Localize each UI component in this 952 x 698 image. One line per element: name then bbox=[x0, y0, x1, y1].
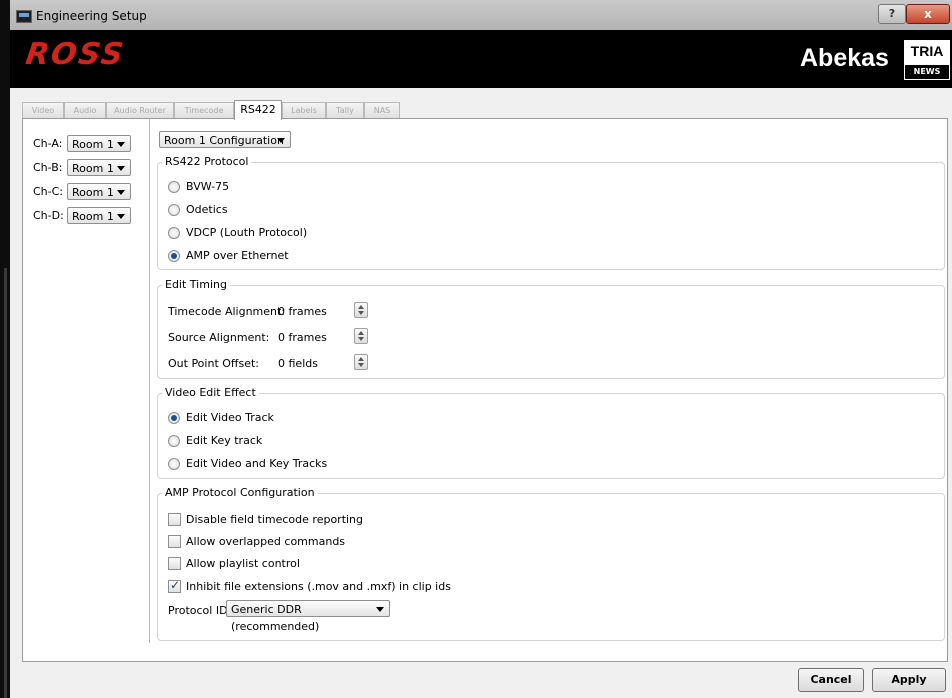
chevron-down-icon bbox=[117, 190, 125, 195]
configuration-panel: Room 1 Configuration RS422 Protocol BVW-… bbox=[149, 119, 947, 659]
channel-c-value: Room 1 bbox=[72, 186, 114, 199]
channel-label: Ch-C: bbox=[33, 185, 64, 198]
tria-logo-sub: NEWS bbox=[905, 65, 949, 79]
option-label: Edit Video Track bbox=[186, 411, 274, 424]
tab-nas[interactable]: NAS bbox=[364, 102, 400, 119]
app-icon bbox=[16, 10, 32, 23]
tab-audio-router[interactable]: Audio Router bbox=[106, 102, 174, 119]
radio-selected-icon bbox=[168, 412, 180, 424]
channel-label: Ch-A: bbox=[33, 137, 63, 150]
source-alignment-label: Source Alignment: bbox=[168, 331, 270, 344]
abekas-logo: Abekas bbox=[800, 44, 889, 72]
chevron-down-icon bbox=[117, 166, 125, 171]
rs422-protocol-title: RS422 Protocol bbox=[162, 155, 252, 168]
rs422-protocol-group: RS422 Protocol BVW-75 Odetics VDCP (Lout… bbox=[157, 155, 945, 270]
arrow-down-icon bbox=[358, 363, 364, 367]
option-label: BVW-75 bbox=[186, 180, 230, 193]
channel-label: Ch-D: bbox=[33, 209, 64, 222]
channel-a-value: Room 1 bbox=[72, 138, 114, 151]
timecode-alignment-spinner[interactable] bbox=[354, 302, 368, 318]
radio-icon bbox=[168, 204, 180, 216]
arrow-down-icon bbox=[358, 311, 364, 315]
arrow-up-icon bbox=[358, 305, 364, 309]
desktop-edge-mark bbox=[4, 268, 7, 698]
chevron-down-icon bbox=[117, 142, 125, 147]
configuration-select[interactable]: Room 1 Configuration bbox=[159, 131, 291, 148]
checkbox-icon bbox=[168, 535, 181, 548]
option-label: Odetics bbox=[186, 203, 228, 216]
tab-rs422[interactable]: RS422 bbox=[234, 100, 282, 120]
channel-panel: Ch-A: Room 1 Ch-B: Room 1 Ch-C: Room 1 C… bbox=[23, 119, 150, 643]
chevron-down-icon bbox=[277, 138, 285, 143]
channel-b-select[interactable]: Room 1 bbox=[67, 159, 131, 176]
checkbox-checked-icon bbox=[168, 578, 181, 593]
channel-d-value: Room 1 bbox=[72, 210, 114, 223]
tria-logo: TRIA NEWS bbox=[904, 40, 950, 80]
protocol-id-label: Protocol ID: bbox=[168, 604, 232, 617]
option-label: Inhibit file extensions (.mov and .mxf) … bbox=[186, 580, 451, 593]
channel-b-value: Room 1 bbox=[72, 162, 114, 175]
out-point-offset-spinner[interactable] bbox=[354, 354, 368, 370]
option-label: VDCP (Louth Protocol) bbox=[186, 226, 308, 239]
out-point-offset-value[interactable]: 0 fields bbox=[278, 357, 318, 370]
ross-logo: ROSS bbox=[23, 37, 128, 72]
chevron-down-icon bbox=[117, 214, 125, 219]
channel-row: Ch-D: Room 1 bbox=[23, 205, 149, 227]
radio-icon bbox=[168, 181, 180, 193]
option-label: Disable field timecode reporting bbox=[186, 513, 364, 526]
checkbox-icon bbox=[168, 513, 181, 526]
brand-banner: ROSS Abekas TRIA NEWS bbox=[10, 30, 952, 88]
timecode-alignment-label: Timecode Alignment: bbox=[168, 305, 286, 318]
window-title: Engineering Setup bbox=[36, 9, 147, 23]
channel-row: Ch-B: Room 1 bbox=[23, 157, 149, 179]
channel-label: Ch-B: bbox=[33, 161, 63, 174]
amp-protocol-config-group: AMP Protocol Configuration Disable field… bbox=[157, 486, 945, 641]
out-point-offset-label: Out Point Offset: bbox=[168, 357, 260, 370]
arrow-down-icon bbox=[358, 337, 364, 341]
close-button[interactable]: x bbox=[906, 4, 950, 24]
tria-logo-text: TRIA bbox=[910, 43, 944, 59]
channel-d-select[interactable]: Room 1 bbox=[67, 207, 131, 224]
option-label: AMP over Ethernet bbox=[186, 249, 289, 262]
tab-audio[interactable]: Audio bbox=[64, 102, 106, 119]
radio-icon bbox=[168, 458, 180, 470]
edit-timing-group: Edit Timing Timecode Alignment: 0 frames… bbox=[157, 278, 945, 379]
edit-timing-title: Edit Timing bbox=[162, 278, 230, 291]
channel-c-select[interactable]: Room 1 bbox=[67, 183, 131, 200]
configuration-value: Room 1 Configuration bbox=[164, 134, 284, 147]
protocol-id-select[interactable]: Generic DDR (recommended) bbox=[226, 600, 390, 633]
apply-button[interactable]: Apply bbox=[872, 668, 946, 692]
tab-content: Ch-A: Room 1 Ch-B: Room 1 Ch-C: Room 1 C… bbox=[22, 118, 948, 662]
channel-row: Ch-C: Room 1 bbox=[23, 181, 149, 203]
option-label: Allow overlapped commands bbox=[186, 535, 346, 548]
tab-labels[interactable]: Labels bbox=[282, 102, 326, 119]
option-label: Edit Key track bbox=[186, 434, 263, 447]
chevron-down-icon bbox=[376, 607, 384, 612]
radio-icon bbox=[168, 435, 180, 447]
option-label: Edit Video and Key Tracks bbox=[186, 457, 328, 470]
arrow-up-icon bbox=[358, 331, 364, 335]
checkbox-icon bbox=[168, 557, 181, 570]
help-button[interactable]: ? bbox=[878, 4, 906, 24]
source-alignment-value[interactable]: 0 frames bbox=[278, 331, 327, 344]
desktop-edge bbox=[0, 0, 10, 698]
channel-a-select[interactable]: Room 1 bbox=[67, 135, 131, 152]
source-alignment-spinner[interactable] bbox=[354, 328, 368, 344]
tab-tally[interactable]: Tally bbox=[326, 102, 364, 119]
title-bar[interactable]: Engineering Setup ? x bbox=[10, 0, 952, 30]
video-edit-effect-title: Video Edit Effect bbox=[162, 386, 259, 399]
radio-icon bbox=[168, 227, 180, 239]
radio-selected-icon bbox=[168, 250, 180, 262]
option-label: Allow playlist control bbox=[186, 557, 300, 570]
arrow-up-icon bbox=[358, 357, 364, 361]
timecode-alignment-value[interactable]: 0 frames bbox=[278, 305, 327, 318]
tab-video[interactable]: Video bbox=[22, 102, 64, 119]
cancel-button[interactable]: Cancel bbox=[798, 668, 864, 692]
video-edit-effect-group: Video Edit Effect Edit Video Track Edit … bbox=[157, 386, 945, 479]
amp-config-title: AMP Protocol Configuration bbox=[162, 486, 318, 499]
tab-timecode[interactable]: Timecode bbox=[174, 102, 234, 119]
channel-row: Ch-A: Room 1 bbox=[23, 133, 149, 155]
engineering-setup-window: Engineering Setup ? x ROSS Abekas TRIA N… bbox=[10, 0, 952, 698]
protocol-id-value: Generic DDR (recommended) bbox=[231, 603, 320, 633]
